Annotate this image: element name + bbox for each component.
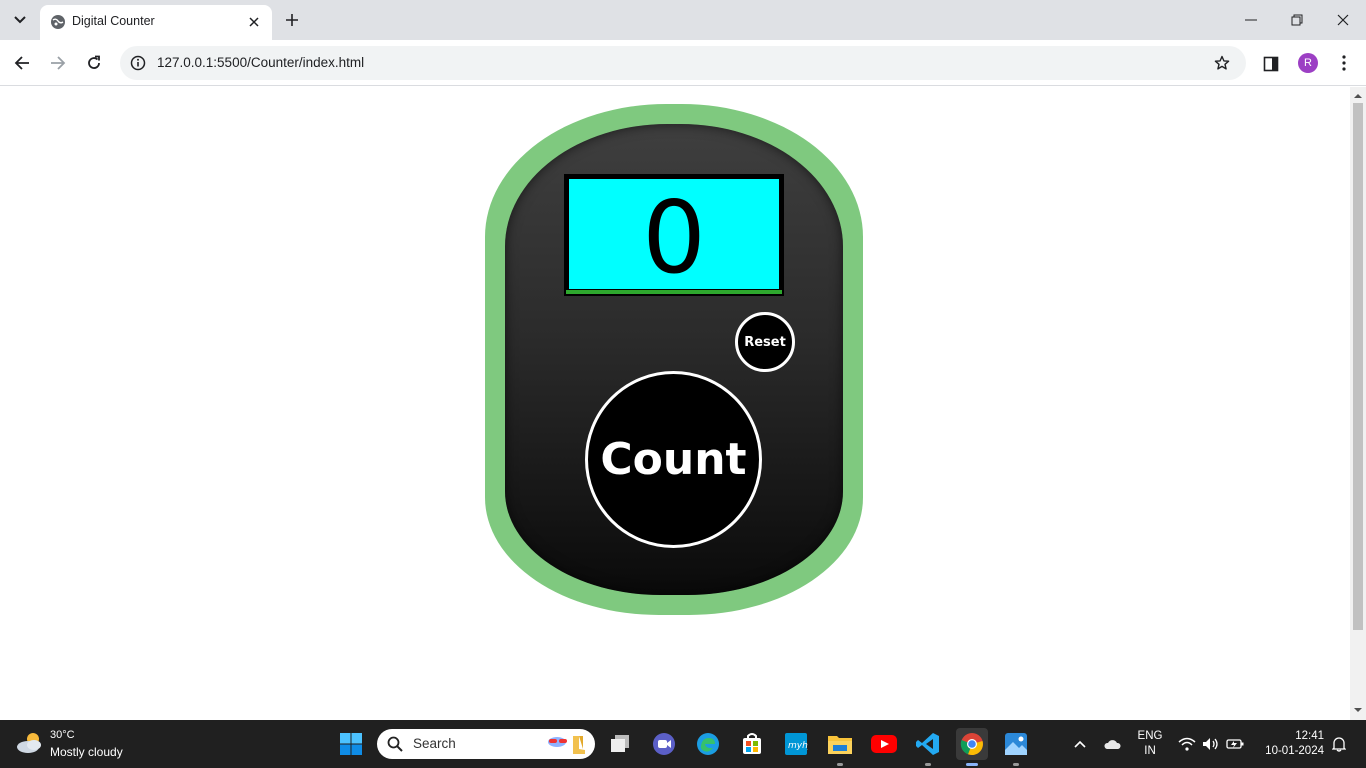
- tab-title: Digital Counter: [72, 14, 155, 28]
- photos-button[interactable]: [1000, 728, 1032, 766]
- vscode-icon: [916, 733, 939, 755]
- counter-value: 0: [642, 179, 706, 296]
- chevron-down-icon: [14, 16, 26, 24]
- hp-icon: myhp: [785, 733, 808, 755]
- quick-settings-button[interactable]: [1176, 720, 1246, 768]
- side-panel-icon: [1263, 56, 1279, 72]
- taskbar: 30°C Mostly cloudy Search myhp: [0, 720, 1366, 768]
- address-bar[interactable]: 127.0.0.1:5500/Counter/index.html: [120, 46, 1246, 80]
- close-window-button[interactable]: [1320, 0, 1366, 40]
- browser-menu-button[interactable]: [1334, 52, 1354, 74]
- url-text: 127.0.0.1:5500/Counter/index.html: [157, 55, 365, 70]
- store-button[interactable]: [736, 728, 768, 760]
- star-icon: [1214, 55, 1230, 70]
- clock[interactable]: 12:41 10-01-2024: [1256, 729, 1324, 759]
- bell-icon: [1332, 737, 1346, 752]
- browser-toolbar: 127.0.0.1:5500/Counter/index.html R: [0, 40, 1366, 86]
- weather-description: Mostly cloudy: [50, 745, 123, 759]
- minimize-icon: [1245, 19, 1257, 21]
- file-explorer-button[interactable]: [824, 728, 856, 766]
- meet-icon: [653, 733, 675, 755]
- wifi-icon: [1178, 737, 1196, 751]
- page-viewport: 0 Reset Count: [0, 87, 1350, 720]
- svg-text:myhp: myhp: [788, 741, 808, 751]
- reload-icon: [88, 55, 100, 69]
- browser-tab[interactable]: Digital Counter: [40, 5, 272, 40]
- new-tab-button[interactable]: [280, 8, 304, 32]
- scroll-down-icon[interactable]: [1354, 706, 1362, 714]
- side-panel-button[interactable]: [1260, 53, 1282, 75]
- search-icon: [387, 736, 403, 752]
- restore-button[interactable]: [1274, 0, 1320, 40]
- reload-button[interactable]: [80, 49, 108, 77]
- arrow-left-icon: [14, 56, 29, 70]
- onedrive-button[interactable]: [1100, 720, 1124, 768]
- active-indicator: [966, 763, 978, 766]
- region-code: IN: [1144, 745, 1156, 757]
- battery-icon: [1226, 739, 1244, 749]
- reset-button[interactable]: Reset: [735, 312, 795, 372]
- back-button[interactable]: [8, 49, 36, 77]
- tab-search-button[interactable]: [8, 8, 32, 32]
- close-icon: [249, 17, 259, 27]
- meet-button[interactable]: [648, 728, 680, 760]
- chrome-button[interactable]: [956, 728, 988, 766]
- edge-icon: [697, 733, 719, 755]
- running-indicator: [1013, 763, 1019, 766]
- cloud-icon: [1104, 740, 1121, 749]
- running-indicator: [837, 763, 843, 766]
- scroll-thumb[interactable]: [1353, 103, 1363, 630]
- search-placeholder: Search: [413, 736, 456, 751]
- photos-icon: [1005, 733, 1027, 755]
- clock-date: 10-01-2024: [1265, 745, 1324, 757]
- chrome-icon: [960, 733, 983, 756]
- cloudy-icon: [17, 733, 41, 753]
- language-code: ENG: [1137, 730, 1163, 742]
- site-info-button[interactable]: [128, 53, 148, 73]
- more-vert-icon: [1342, 55, 1346, 71]
- start-button[interactable]: [335, 728, 367, 760]
- task-view-button[interactable]: [604, 728, 636, 760]
- count-button[interactable]: Count: [585, 371, 762, 548]
- youtube-icon: [871, 735, 897, 753]
- counter-display: 0: [564, 174, 784, 296]
- notifications-button[interactable]: [1328, 720, 1350, 768]
- task-view-icon: [611, 735, 629, 752]
- youtube-button[interactable]: [868, 728, 900, 760]
- display-accent-bar: [566, 290, 782, 294]
- plus-icon: [286, 14, 298, 26]
- language-indicator[interactable]: ENG IN: [1134, 729, 1166, 759]
- weather-widget[interactable]: 30°C Mostly cloudy: [16, 728, 166, 762]
- edge-button[interactable]: [692, 728, 724, 760]
- chevron-up-icon: [1074, 740, 1086, 748]
- tab-strip: Digital Counter: [0, 0, 1366, 40]
- running-indicator: [925, 763, 931, 766]
- store-icon: [743, 733, 761, 754]
- close-icon: [1337, 14, 1349, 26]
- search-highlight-icon: [548, 736, 585, 754]
- globe-icon: [51, 15, 65, 29]
- clock-time: 12:41: [1295, 730, 1324, 742]
- bookmark-button[interactable]: [1212, 53, 1232, 73]
- restore-icon: [1291, 14, 1303, 26]
- show-hidden-icons-button[interactable]: [1068, 720, 1092, 768]
- arrow-right-icon: [51, 56, 66, 70]
- tab-close-button[interactable]: [244, 12, 264, 32]
- windows-logo-icon: [340, 733, 362, 755]
- taskbar-search[interactable]: Search: [377, 729, 595, 759]
- volume-icon: [1203, 738, 1218, 750]
- scroll-up-icon[interactable]: [1354, 92, 1362, 100]
- weather-temperature: 30°C: [50, 729, 75, 741]
- info-icon: [130, 55, 146, 71]
- vscode-button[interactable]: [912, 728, 944, 766]
- counter-screen: 0: [569, 179, 779, 289]
- file-explorer-icon: [828, 736, 852, 754]
- forward-button[interactable]: [44, 49, 72, 77]
- vertical-scrollbar[interactable]: [1350, 87, 1366, 720]
- hp-button[interactable]: myhp: [780, 728, 812, 760]
- minimize-button[interactable]: [1228, 0, 1274, 40]
- profile-avatar[interactable]: R: [1298, 53, 1318, 73]
